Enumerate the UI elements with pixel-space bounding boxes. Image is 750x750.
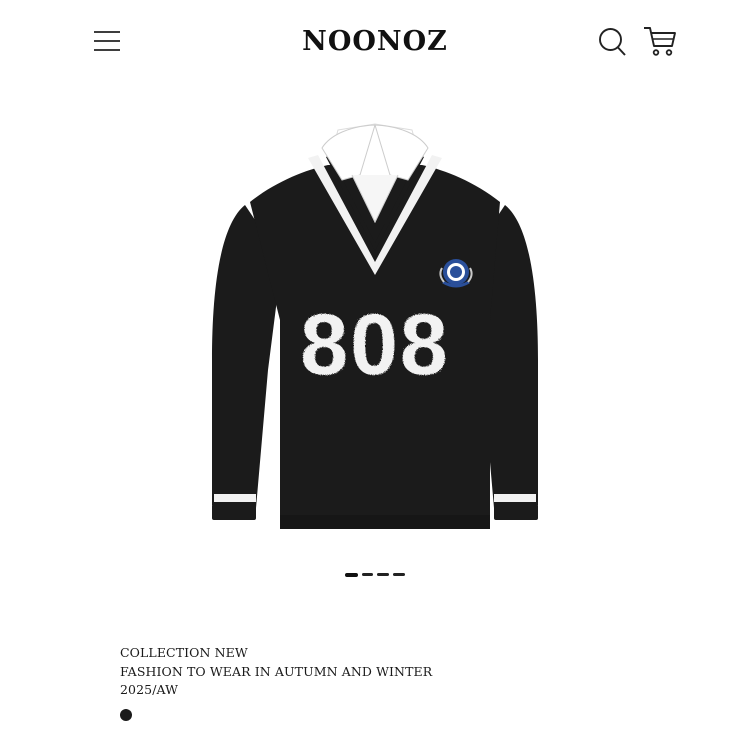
carousel-dot-2[interactable]: [361, 573, 374, 576]
brand-logo-link[interactable]: NOONOZ: [300, 24, 450, 60]
caption-line-fashion: FASHION TO WEAR IN AUTUMN AND WINTER: [120, 663, 433, 679]
carousel-indicator: [345, 573, 405, 579]
cart-button[interactable]: [642, 24, 678, 58]
hero-product-image[interactable]: 808: [190, 110, 560, 540]
top-bar: NOONOZ: [0, 0, 750, 86]
caption-line-collection: COLLECTION NEW: [120, 645, 248, 660]
collection-caption: COLLECTION NEW FASHION TO WEAR IN AUTUMN…: [120, 644, 640, 700]
caption-line-season: 2025/AW: [120, 682, 179, 697]
carousel-dot-1[interactable]: [345, 573, 358, 577]
sweater-illustration: 808: [212, 123, 538, 529]
brand-logo: NOONOZ: [302, 26, 448, 57]
search-button[interactable]: [597, 26, 629, 58]
pager-dot[interactable]: [120, 709, 132, 721]
carousel-dot-3[interactable]: [377, 573, 390, 576]
cart-icon: [644, 27, 676, 56]
carousel-dot-4[interactable]: [393, 573, 405, 576]
sweater-print-text: 808: [300, 297, 450, 393]
search-icon: [599, 28, 626, 56]
